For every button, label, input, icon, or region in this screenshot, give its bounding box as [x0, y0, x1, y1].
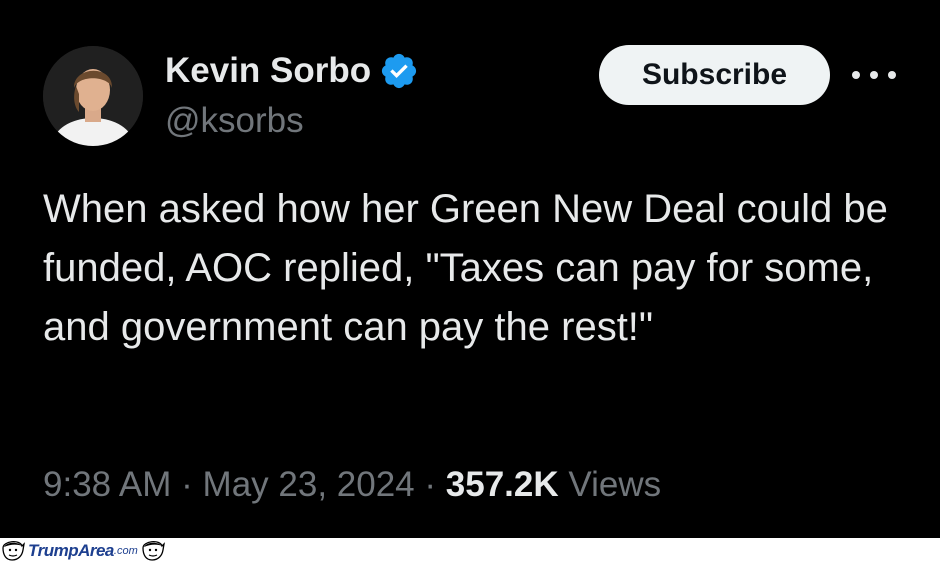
- cartoon-face-icon: [142, 541, 165, 561]
- tweet-time[interactable]: 9:38 AM: [43, 465, 171, 504]
- watermark-brand: TrumpArea: [28, 541, 114, 560]
- avatar[interactable]: [43, 46, 143, 146]
- author-display-name[interactable]: Kevin Sorbo: [165, 50, 371, 92]
- subscribe-button[interactable]: Subscribe: [599, 45, 830, 105]
- watermark-domain: .com: [113, 544, 138, 557]
- more-dot: [888, 71, 896, 79]
- profile-photo-icon: [43, 46, 143, 146]
- tweet-text: When asked how her Green New Deal could …: [43, 187, 888, 349]
- watermark-bar: TrumpArea .com: [0, 538, 940, 563]
- views-count: 357.2K: [445, 465, 559, 504]
- cartoon-face-icon: [2, 541, 25, 561]
- more-dot: [852, 71, 860, 79]
- author-handle[interactable]: @ksorbs: [165, 100, 304, 142]
- more-dot: [870, 71, 878, 79]
- meta-separator: ·: [181, 465, 193, 504]
- more-options-icon[interactable]: [852, 60, 896, 90]
- verified-badge-icon: [382, 53, 417, 89]
- views-label: Views: [568, 465, 662, 504]
- tweet-card: Kevin Sorbo @ksorbs Subscribe When asked…: [0, 0, 940, 538]
- meta-separator: ·: [424, 465, 437, 504]
- watermark-logo: TrumpArea .com: [0, 538, 166, 563]
- tweet-meta: 9:38 AM · May 23, 2024 · 357.2K Views: [43, 463, 661, 507]
- author-name-row[interactable]: Kevin Sorbo: [165, 50, 419, 92]
- tweet-date[interactable]: May 23, 2024: [203, 465, 415, 504]
